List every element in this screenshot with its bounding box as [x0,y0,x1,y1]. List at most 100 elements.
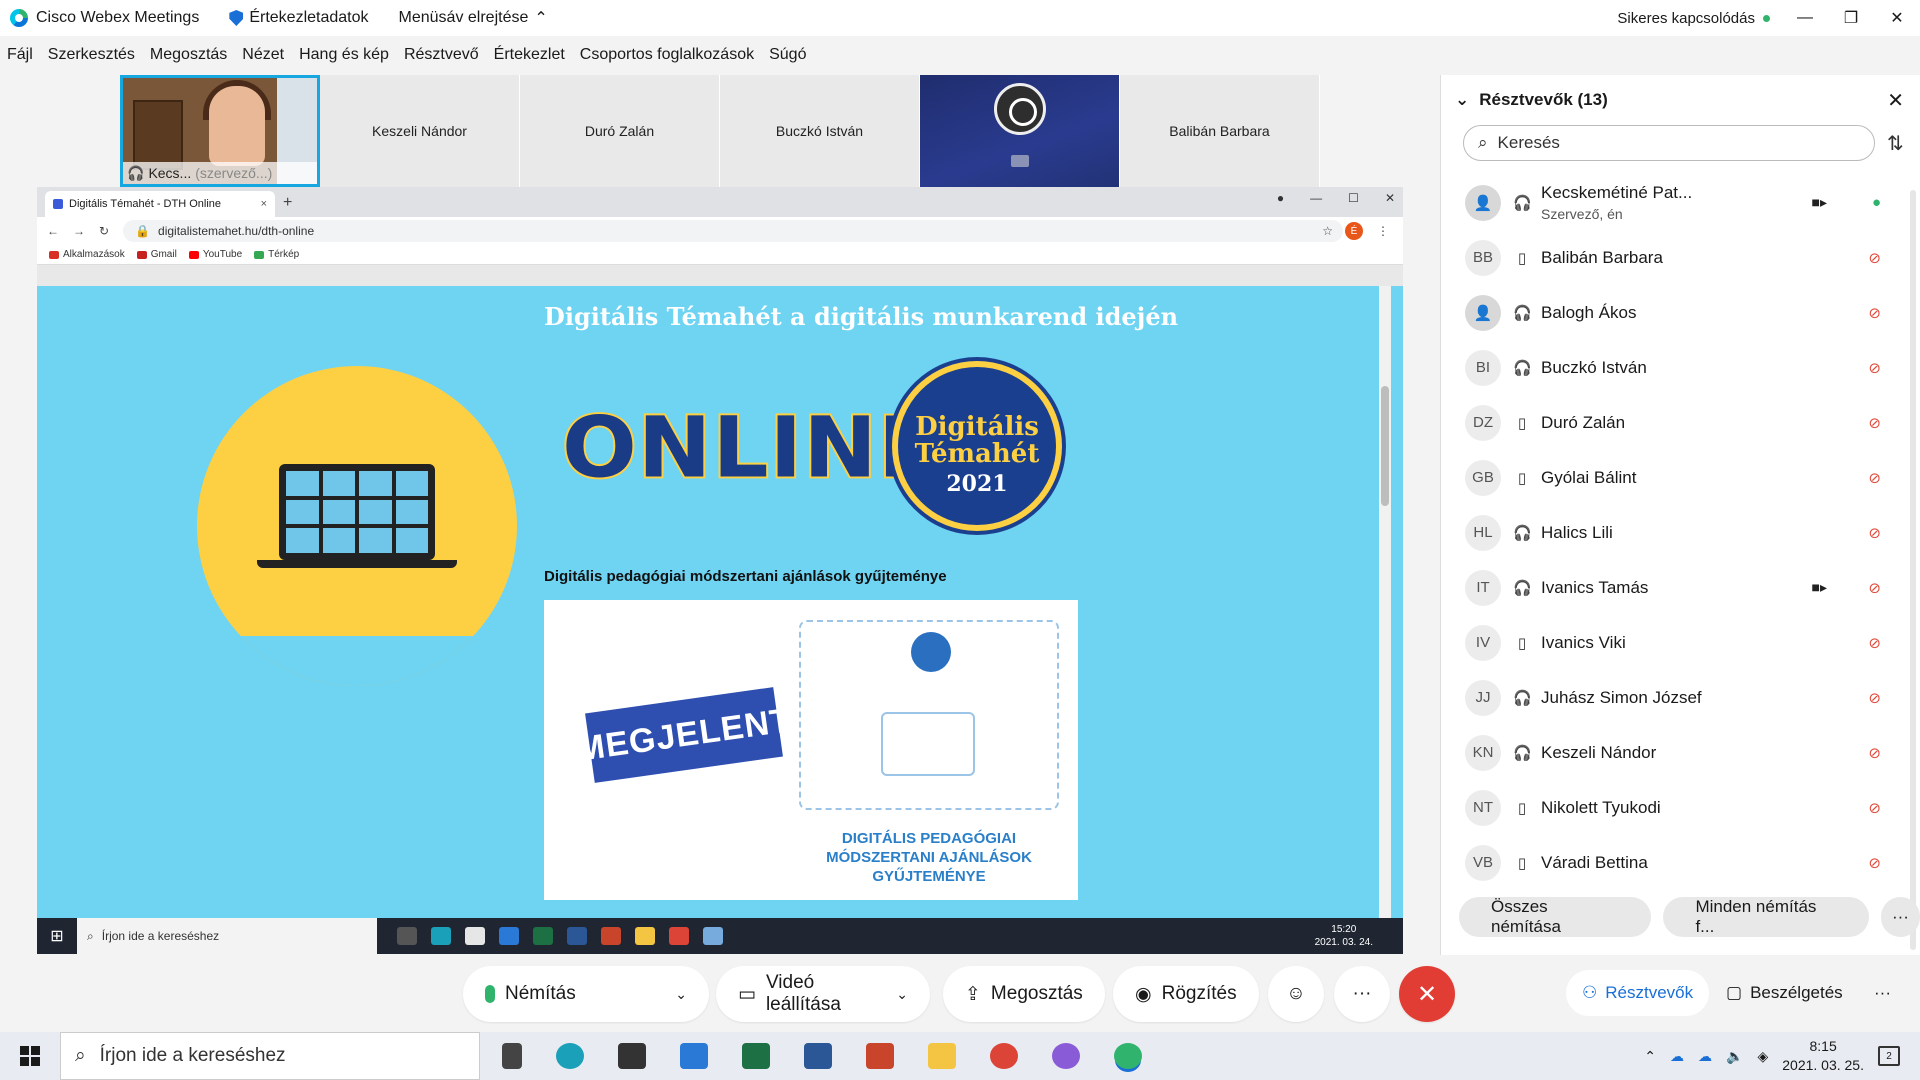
word-icon[interactable] [804,1043,832,1069]
menu-audio-video[interactable]: Hang és kép [299,46,389,64]
chrome-icon[interactable] [990,1043,1018,1069]
microphone-muted-icon[interactable]: ⊘ [1868,359,1881,377]
microphone-muted-icon[interactable]: ⊘ [1868,634,1881,652]
microphone-muted-icon[interactable]: ⊘ [1868,744,1881,762]
bookmark-gmail[interactable]: Gmail [136,249,177,260]
menu-help[interactable]: Súgó [769,46,806,64]
microphone-muted-icon[interactable]: ⊘ [1868,304,1881,322]
reload-icon[interactable]: ↻ [99,224,109,238]
stop-video-button[interactable]: ▭ Videó leállítása ⌄ [716,966,930,1022]
participant-row[interactable]: 👤 🎧 Kecskemétiné Pat... Szervező, én ■▸ ● [1441,175,1911,230]
browser-menu-icon[interactable]: ⋮ [1377,224,1389,238]
microphone-muted-icon[interactable]: ⊘ [1868,249,1881,267]
microphone-muted-icon[interactable]: ⊘ [1868,689,1881,707]
microphone-muted-icon[interactable]: ⊘ [1868,524,1881,542]
browser-minimize-button[interactable]: — [1310,191,1322,205]
new-tab-button[interactable]: + [283,194,292,212]
mute-button[interactable]: Némítás ⌄ [463,966,709,1022]
microphone-muted-icon[interactable]: ⊘ [1868,469,1881,487]
url-field[interactable]: 🔒 digitalistemahet.hu/dth-online [123,220,1343,242]
minimize-button[interactable]: — [1782,0,1828,36]
microphone-muted-icon[interactable]: ⊘ [1868,579,1881,597]
menu-participant[interactable]: Résztvevő [404,46,479,64]
participant-row[interactable]: IV ▯ Ivanics Viki ⊘ [1441,615,1911,670]
end-meeting-button[interactable]: ✕ [1399,966,1455,1022]
collapse-chevron-icon[interactable]: ⌄ [1455,90,1469,110]
sort-icon[interactable]: ⇅ [1887,131,1904,156]
task-view-icon[interactable] [502,1043,522,1069]
participant-row[interactable]: KN 🎧 Keszeli Nándor ⊘ [1441,725,1911,780]
notification-center-icon[interactable]: 2 [1878,1046,1900,1066]
video-tile[interactable]: Buczkó István [720,75,920,187]
chevron-down-icon[interactable]: ⌄ [896,986,908,1003]
file-explorer-icon[interactable] [928,1043,956,1069]
microphone-muted-icon[interactable]: ⊘ [1868,799,1881,817]
back-arrow-icon[interactable]: ← [47,224,59,238]
browser-close-button[interactable]: ✕ [1385,191,1395,205]
bookmark-maps[interactable]: Térkép [254,249,299,260]
video-tile[interactable]: Balibán Barbara [1120,75,1320,187]
volume-icon[interactable]: 🔈 [1726,1048,1743,1065]
mail-icon[interactable] [680,1043,708,1069]
page-scrollbar[interactable] [1379,286,1391,918]
bookmark-apps[interactable]: Alkalmazások [49,249,125,260]
bookmark-star-icon[interactable]: ☆ [1322,224,1333,238]
participant-row[interactable]: 👤 🎧 Balogh Ákos ⊘ [1441,285,1911,340]
obs-icon[interactable] [1052,1043,1080,1069]
microphone-on-icon[interactable]: ● [1872,194,1881,211]
participant-row[interactable]: GB ▯ Gyólai Bálint ⊘ [1441,450,1911,505]
edge-icon[interactable] [556,1043,584,1069]
participant-row[interactable]: HL 🎧 Halics Lili ⊘ [1441,505,1911,560]
obs-video-tile[interactable] [920,75,1120,187]
browser-tab[interactable]: Digitális Témahét - DTH Online × [45,191,275,217]
microphone-muted-icon[interactable]: ⊘ [1868,854,1881,872]
participant-row[interactable]: JJ 🎧 Juhász Simon József ⊘ [1441,670,1911,725]
taskbar-search-box[interactable]: ⌕ Írjon ide a kereséshez [60,1032,480,1080]
profile-avatar[interactable]: É [1345,222,1363,240]
menu-file[interactable]: Fájl [7,46,33,64]
chat-toggle-button[interactable]: ▢ Beszélgetés [1710,970,1859,1016]
participant-row[interactable]: BB ▯ Balibán Barbara ⊘ [1441,230,1911,285]
menu-share[interactable]: Megosztás [150,46,227,64]
participant-row[interactable]: IT 🎧 Ivanics Tamás ■▸ ⊘ [1441,560,1911,615]
onedrive-icon[interactable]: ☁ [1670,1048,1684,1065]
self-video-tile[interactable]: 🎧 Kecs... (szervező...) [120,75,320,187]
restore-button[interactable]: ❐ [1828,0,1874,36]
hide-menu-button[interactable]: Menüsáv elrejtése ⌃ [399,8,548,28]
video-tile[interactable]: Keszeli Nándor [320,75,520,187]
participant-row[interactable]: VB ▯ Váradi Bettina ⊘ [1441,835,1911,890]
panel-scrollbar[interactable] [1910,190,1916,950]
participant-search-input[interactable]: ⌕ Keresés [1463,125,1875,161]
participants-toggle-button[interactable]: ⚇ Résztvevők [1566,970,1710,1016]
mute-all-button[interactable]: Összes némítása [1459,897,1652,937]
close-window-button[interactable]: ✕ [1874,0,1920,36]
more-options-button[interactable]: ··· [1880,897,1920,937]
bookmark-youtube[interactable]: YouTube [188,249,242,260]
start-button[interactable] [0,1046,60,1066]
menu-edit[interactable]: Szerkesztés [48,46,135,64]
microphone-muted-icon[interactable]: ⊘ [1868,414,1881,432]
powerpoint-icon[interactable] [866,1043,894,1069]
video-tile[interactable]: Duró Zalán [520,75,720,187]
participant-row[interactable]: BI 🎧 Buczkó István ⊘ [1441,340,1911,395]
meeting-info-button[interactable]: Értekezletadatok [229,9,369,27]
close-tab-icon[interactable]: × [261,198,267,210]
webex-taskbar-icon[interactable] [1114,1043,1142,1069]
taskbar-clock[interactable]: 8:15 2021. 03. 25. [1782,1037,1864,1075]
close-panel-button[interactable]: ✕ [1887,88,1904,113]
browser-profile-dot-icon[interactable]: ● [1277,191,1284,205]
publication-banner[interactable]: MEGJELENT DIGITÁLIS PEDAGÓGIAI MÓDSZERTA… [544,600,1078,900]
dropbox-icon[interactable]: ◈ [1757,1048,1768,1065]
menu-breakout[interactable]: Csoportos foglalkozások [580,46,754,64]
menu-meeting[interactable]: Értekezlet [494,46,565,64]
unmute-all-button[interactable]: Minden némítás f... [1663,897,1869,937]
reactions-button[interactable]: ☺ [1268,966,1324,1022]
participant-row[interactable]: DZ ▯ Duró Zalán ⊘ [1441,395,1911,450]
browser-restore-button[interactable]: ☐ [1348,191,1359,205]
record-button[interactable]: ◉ Rögzítés [1113,966,1259,1022]
chevron-down-icon[interactable]: ⌄ [675,986,687,1003]
onedrive-business-icon[interactable]: ☁ [1698,1048,1712,1065]
excel-icon[interactable] [742,1043,770,1069]
show-hidden-icons-icon[interactable]: ⌃ [1644,1048,1656,1065]
panel-more-button[interactable]: ··· [1858,970,1907,1016]
